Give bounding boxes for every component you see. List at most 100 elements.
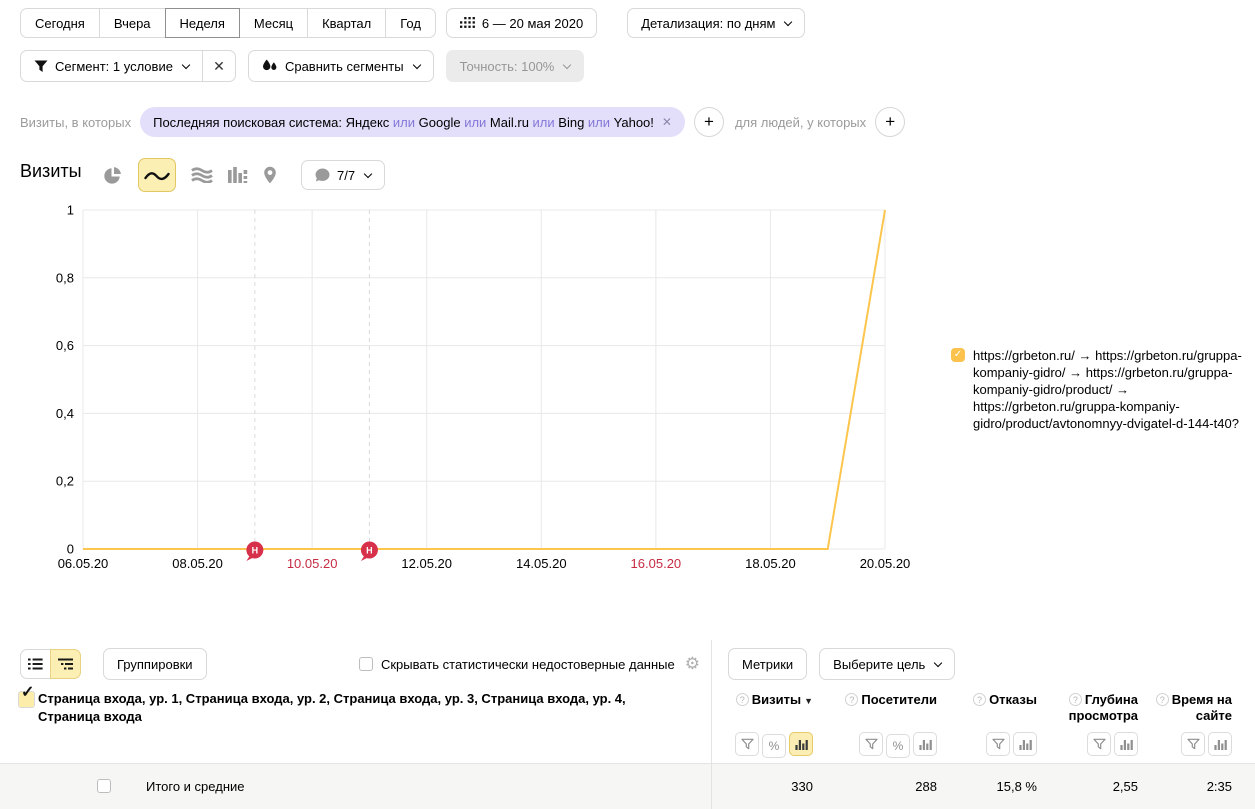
or-word: или [529, 115, 558, 130]
or-word: или [584, 115, 613, 130]
help-icon[interactable]: ? [845, 693, 858, 706]
x-tick-label: 16.05.20 [631, 556, 682, 571]
svg-text:Н: Н [366, 546, 373, 556]
y-tick-label: 0,8 [56, 270, 74, 285]
help-icon[interactable]: ? [973, 693, 986, 706]
line-chart-icon[interactable] [138, 158, 176, 192]
close-icon: ✕ [213, 58, 225, 75]
metric-header[interactable]: ?Время на сайте [1138, 692, 1232, 724]
chart-type-toolbar: 7/7 [103, 157, 385, 193]
hide-unreliable-checkbox[interactable] [359, 657, 373, 671]
detail-label: Детализация: по дням [641, 16, 775, 31]
bars-filter-button[interactable] [1013, 732, 1037, 756]
search-engine-condition-pill[interactable]: Последняя поисковая система: Яндекс или … [140, 107, 685, 137]
x-tick-label: 06.05.20 [58, 556, 109, 571]
funnel-filter-button[interactable] [986, 732, 1010, 756]
legend-series-label: https://grbeton.ru/ → https://grbeton.ru… [973, 347, 1243, 432]
metric-header[interactable]: ?Посетители [813, 692, 937, 724]
percent-filter-button[interactable]: % [762, 734, 786, 758]
stacked-area-icon[interactable] [191, 167, 213, 183]
bars-filter-button[interactable] [789, 732, 813, 756]
totals-label: Итого и средние [146, 779, 244, 794]
view-toggle [20, 649, 81, 679]
segment-dropdown[interactable]: Сегмент: 1 условие [20, 50, 203, 82]
totals-values: 33028815,8 %2,552:35 [711, 764, 1232, 809]
chevron-down-icon [182, 61, 190, 69]
metric-filter-group: % [711, 732, 813, 758]
dimension-row[interactable]: ✓ Страница входа, ур. 1, Страница входа,… [20, 690, 672, 726]
compare-label: Сравнить сегменты [285, 59, 404, 74]
series-line [83, 210, 885, 549]
segment-toolbar: Сегмент: 1 условие ✕ Сравнить сегменты Т… [20, 50, 584, 82]
date-range-tabs: СегодняВчераНеделяМесяцКварталГод [20, 8, 436, 38]
chevron-down-icon [563, 61, 571, 69]
tree-view-button[interactable] [50, 649, 81, 679]
flat-list-view-button[interactable] [20, 649, 51, 679]
report-table: Группировки Скрывать статистически недос… [0, 640, 1255, 809]
add-people-condition-button[interactable]: + [875, 107, 905, 137]
metric-column-filters: %% [711, 732, 1232, 758]
help-icon[interactable]: ? [1069, 693, 1082, 706]
totals-checkbox[interactable] [97, 779, 111, 793]
legend-checkbox[interactable]: ✓ [951, 348, 965, 362]
funnel-filter-button[interactable] [1087, 732, 1111, 756]
date-picker-button[interactable]: 6 — 20 мая 2020 [446, 8, 597, 38]
dimension-row-checkbox[interactable]: ✓ [18, 691, 35, 708]
accuracy-dropdown[interactable]: Точность: 100% [446, 50, 585, 82]
bars-filter-button[interactable] [1208, 732, 1232, 756]
funnel-icon [34, 60, 48, 73]
metric-column-headers: ?Визиты▼?Посетители?Отказы?Глубина просм… [711, 692, 1232, 724]
remove-condition-icon[interactable]: ✕ [662, 115, 672, 129]
people-prefix-label: для людей, у которых [735, 115, 866, 130]
map-pin-icon[interactable] [263, 166, 277, 184]
segment-clear-button[interactable]: ✕ [202, 50, 236, 82]
bar-chart-icon[interactable] [228, 167, 248, 183]
help-icon[interactable]: ? [736, 693, 749, 706]
help-icon[interactable]: ? [1156, 693, 1169, 706]
calendar-grid-icon [460, 17, 475, 29]
funnel-filter-button[interactable] [859, 732, 883, 756]
metrics-button[interactable]: Метрики [728, 648, 807, 680]
table-toolbar-right: Метрики Выберите цель [728, 648, 955, 680]
range-tab[interactable]: Год [385, 8, 436, 38]
add-visit-condition-button[interactable]: + [694, 107, 724, 137]
chart-legend: ✓ https://grbeton.ru/ → https://grbeton.… [951, 347, 1243, 432]
visits-line-chart: 00,20,40,60,8106.05.2008.05.2010.05.2012… [0, 195, 940, 580]
funnel-filter-button[interactable] [735, 732, 759, 756]
condition-row: Визиты, в которых Последняя поисковая си… [20, 107, 905, 137]
holiday-marker[interactable]: Н [361, 542, 378, 562]
range-tab[interactable]: Вчера [99, 8, 166, 38]
range-tab[interactable]: Месяц [239, 8, 308, 38]
pie-chart-icon[interactable] [103, 166, 122, 185]
metric-header[interactable]: ?Глубина просмотра [1037, 692, 1138, 724]
totals-row: Итого и средние 33028815,8 %2,552:35 [0, 763, 1255, 809]
x-tick-label: 12.05.20 [401, 556, 452, 571]
choose-goal-dropdown[interactable]: Выберите цель [819, 648, 955, 680]
sort-desc-icon[interactable]: ▼ [804, 696, 813, 706]
condition-text: Последняя поисковая система: Яндекс или … [153, 115, 654, 130]
metric-filter-group [937, 732, 1037, 758]
holiday-marker[interactable]: Н [246, 542, 263, 562]
svg-text:Н: Н [252, 546, 259, 556]
bars-filter-button[interactable] [913, 732, 937, 756]
compare-segments-dropdown[interactable]: Сравнить сегменты [248, 50, 434, 82]
yandex-metrica-report: { "colors": { "accent_yellow": "#ffcc00"… [0, 0, 1255, 809]
range-tab[interactable]: Неделя [165, 8, 240, 38]
funnel-filter-button[interactable] [1181, 732, 1205, 756]
chevron-down-icon [784, 18, 792, 26]
metric-filter-group: % [813, 732, 937, 758]
groupings-button[interactable]: Группировки [103, 648, 207, 680]
metric-header[interactable]: ?Визиты▼ [711, 692, 813, 724]
metric-header[interactable]: ?Отказы [937, 692, 1037, 724]
range-tab[interactable]: Сегодня [20, 8, 100, 38]
detail-dropdown[interactable]: Детализация: по дням [627, 8, 805, 38]
annotations-dropdown[interactable]: 7/7 [301, 160, 385, 190]
percent-filter-button[interactable]: % [886, 734, 910, 758]
choose-goal-label: Выберите цель [833, 657, 925, 672]
bars-filter-button[interactable] [1114, 732, 1138, 756]
or-word: или [389, 115, 418, 130]
panel-divider [711, 640, 712, 809]
table-toolbar-left: Группировки Скрывать статистически недос… [20, 648, 700, 680]
gear-icon[interactable]: ⚙ [685, 654, 700, 674]
range-tab[interactable]: Квартал [307, 8, 386, 38]
